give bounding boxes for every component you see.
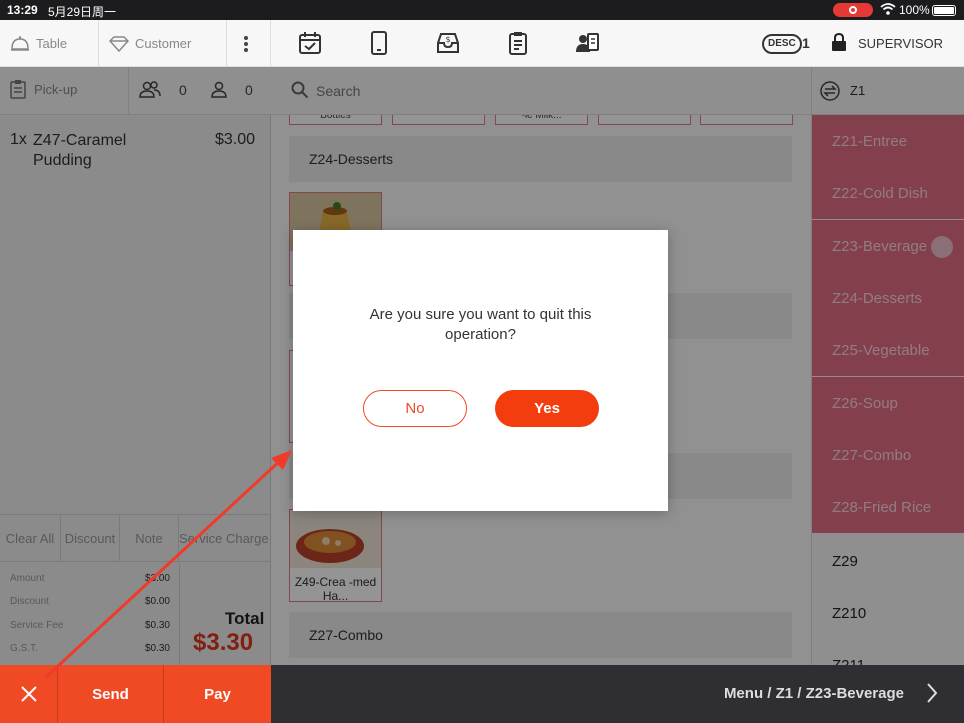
top-toolbar: Table Customer $ DESC 1 SUPERVISOR xyxy=(0,20,964,67)
close-icon xyxy=(20,686,37,702)
yes-button[interactable]: Yes xyxy=(495,390,599,427)
bell-icon xyxy=(11,35,29,51)
pay-button[interactable]: Pay xyxy=(164,665,271,723)
more-menu-button[interactable] xyxy=(227,20,271,67)
no-button[interactable]: No xyxy=(363,390,467,427)
customer-label: Customer xyxy=(135,36,192,51)
customer-button[interactable]: Customer xyxy=(99,20,227,67)
dialog-message: Are you sure you want to quit this opera… xyxy=(369,306,592,343)
lock-icon xyxy=(832,33,846,51)
clipboard-list-icon[interactable] xyxy=(505,30,531,56)
table-label: Table xyxy=(36,36,68,51)
diamond-icon xyxy=(109,35,129,52)
battery-icon xyxy=(932,5,956,16)
wifi-icon xyxy=(880,3,896,15)
svg-text:$: $ xyxy=(445,35,450,44)
pos-app: 13:29 5月29日周一 100% Table Customer $ DESC… xyxy=(0,0,964,723)
staff-card-icon[interactable] xyxy=(574,30,600,56)
cancel-order-button[interactable] xyxy=(0,665,58,723)
bottom-bar: Send Pay Menu / Z1 / Z23-Beverage xyxy=(0,665,964,723)
status-bar: 13:29 5月29日周一 100% xyxy=(0,0,964,20)
cash-drawer-icon[interactable]: $ xyxy=(435,30,461,56)
chevron-right-icon[interactable] xyxy=(926,682,938,704)
screen-record-icon xyxy=(833,3,873,17)
calendar-check-icon[interactable] xyxy=(297,30,323,56)
breadcrumb: Menu / Z1 / Z23-Beverage xyxy=(723,685,904,702)
desc-badge[interactable]: DESC xyxy=(762,34,802,54)
tablet-icon[interactable] xyxy=(366,30,392,56)
send-button[interactable]: Send xyxy=(58,665,164,723)
status-date: 5月29日周一 xyxy=(48,5,117,19)
desc-count: 1 xyxy=(802,35,810,51)
confirm-dialog: Are you sure you want to quit this opera… xyxy=(293,230,668,511)
more-vertical-icon xyxy=(243,35,248,52)
battery-percent: 100% xyxy=(899,3,930,17)
table-button[interactable]: Table xyxy=(0,20,99,67)
status-time: 13:29 xyxy=(7,3,38,17)
user-role[interactable]: SUPERVISOR xyxy=(858,36,943,51)
